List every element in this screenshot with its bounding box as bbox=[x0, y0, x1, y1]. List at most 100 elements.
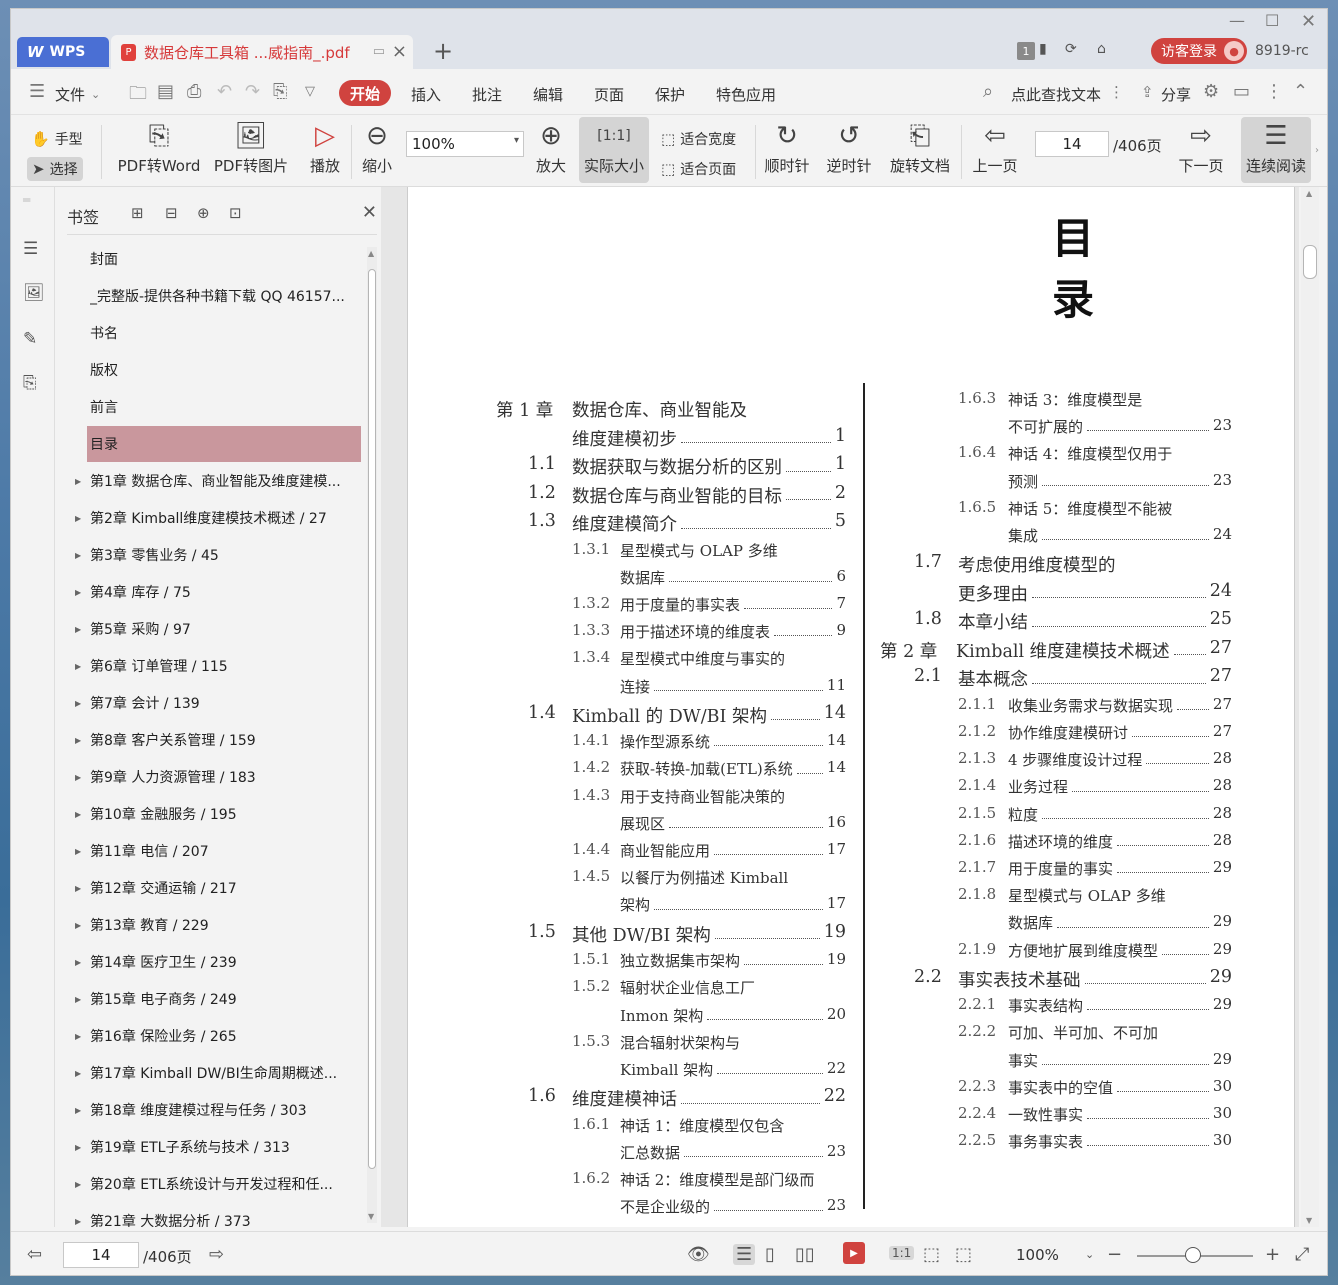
bookmark-item[interactable]: ▶ 第5章 采购 / 97 bbox=[75, 611, 361, 647]
window-close-icon[interactable]: ✕ bbox=[1301, 11, 1316, 32]
bookmark-item[interactable]: ▶ 第2章 Kimball维度建模技术概述 / 27 bbox=[75, 500, 361, 536]
fit-page-button[interactable]: ⬚ 适合页面 bbox=[661, 159, 736, 179]
status-next-page-icon[interactable]: ⇨ bbox=[209, 1244, 224, 1265]
menu-file[interactable]: 文件 bbox=[55, 84, 85, 105]
collapse-ribbon-icon[interactable]: ⌃ bbox=[1293, 81, 1308, 102]
zoom-out-button[interactable]: ⊖ 缩小 bbox=[359, 121, 395, 176]
bookmark-item[interactable]: ▶ 第4章 库存 / 75 bbox=[75, 574, 361, 610]
share-icon[interactable]: ⇪ bbox=[1141, 83, 1154, 101]
sync-icon[interactable]: ⟳ bbox=[1065, 41, 1077, 57]
maximize-icon[interactable]: ☐ bbox=[1265, 11, 1279, 30]
bookmark-item[interactable]: ▶ 第9章 人力资源管理 / 183 bbox=[75, 759, 361, 795]
bookmark-item[interactable]: 前言 bbox=[87, 389, 361, 425]
next-page-button[interactable]: ⇨ 下一页 bbox=[1175, 121, 1227, 176]
hand-tool-button[interactable]: ✋ 手型 bbox=[31, 129, 83, 149]
bookmark-item[interactable]: ▶ 第10章 金融服务 / 195 bbox=[75, 796, 361, 832]
bookmark-scroll-thumb[interactable] bbox=[368, 269, 376, 1169]
add-bookmark-icon[interactable]: ⊕ bbox=[197, 204, 210, 222]
zoom-in-button[interactable]: ⊕ 放大 bbox=[533, 121, 569, 176]
bookmark-item[interactable]: 目录 bbox=[87, 426, 361, 462]
bookmark-item[interactable]: 书名 bbox=[87, 315, 361, 351]
expand-arrow-icon[interactable]: ▶ bbox=[75, 736, 81, 745]
rotate-document-button[interactable]: ⎗ 旋转文档 bbox=[887, 121, 953, 176]
settings-gear-icon[interactable]: ⚙ bbox=[1203, 81, 1219, 102]
bookmark-item[interactable]: ▶ 第3章 零售业务 / 45 bbox=[75, 537, 361, 573]
pdf-to-word-button[interactable]: ⎘ PDF转Word bbox=[113, 121, 205, 176]
slideshow-play-icon[interactable]: ▶ bbox=[843, 1242, 865, 1264]
expand-arrow-icon[interactable]: ▶ bbox=[75, 551, 81, 560]
status-fit-width-icon[interactable]: ⬚ bbox=[955, 1244, 972, 1265]
zoom-level-select[interactable]: 100% ▾ bbox=[406, 131, 524, 157]
tab-preview-icon[interactable]: ▭ bbox=[373, 44, 385, 59]
bookmark-item[interactable]: ▶ 第1章 数据仓库、商业智能及维度建模... bbox=[75, 463, 361, 499]
bookmark-item[interactable]: 版权 bbox=[87, 352, 361, 388]
zoom-slider-knob[interactable] bbox=[1185, 1247, 1201, 1263]
actual-size-button[interactable]: [1:1] 实际大小 bbox=[579, 117, 649, 183]
search-text-button[interactable]: 点此查找文本 bbox=[1011, 84, 1101, 105]
expand-arrow-icon[interactable]: ▶ bbox=[75, 921, 81, 930]
thumbnail-panel-icon[interactable]: 🖼 bbox=[23, 283, 45, 303]
status-page-input[interactable]: 14 bbox=[63, 1242, 139, 1268]
rotate-counter-clockwise-button[interactable]: ↺ 逆时针 bbox=[823, 121, 875, 176]
expand-arrow-icon[interactable]: ▶ bbox=[75, 477, 81, 486]
dual-page-view-icon[interactable]: ▯▯ bbox=[795, 1244, 815, 1265]
open-folder-icon[interactable]: 🗀 bbox=[129, 81, 147, 111]
expand-arrow-icon[interactable]: ▶ bbox=[75, 699, 81, 708]
bookmark-item[interactable]: ▶ 第17章 Kimball DW/BI生命周期概述... bbox=[75, 1055, 361, 1091]
undo-icon[interactable]: ↶ bbox=[217, 81, 232, 102]
expand-arrow-icon[interactable]: ▶ bbox=[75, 847, 81, 856]
bookmark-item[interactable]: ▶ 第15章 电子商务 / 249 bbox=[75, 981, 361, 1017]
file-dropdown-chevron-icon[interactable]: ⌄ bbox=[91, 88, 100, 101]
skin-icon[interactable]: ⌂ bbox=[1097, 41, 1106, 57]
status-zoom-out-icon[interactable]: − bbox=[1107, 1244, 1122, 1265]
eye-protection-icon[interactable]: 👁 bbox=[687, 1244, 710, 1265]
bookmark-item[interactable]: ▶ 第18章 维度建模过程与任务 / 303 bbox=[75, 1092, 361, 1128]
minimize-icon[interactable]: — bbox=[1229, 11, 1245, 30]
bookmark-scrollbar[interactable]: ▲ ▼ bbox=[367, 247, 377, 1223]
expand-arrow-icon[interactable]: ▶ bbox=[75, 773, 81, 782]
comment-icon[interactable]: ▭ bbox=[1233, 81, 1250, 102]
status-fit-page-icon[interactable]: ⬚ bbox=[923, 1244, 940, 1265]
tab-close-icon[interactable]: × bbox=[392, 41, 407, 62]
bookmark-item[interactable]: _完整版-提供各种书籍下载 QQ 46157... bbox=[87, 278, 361, 314]
expand-arrow-icon[interactable]: ▶ bbox=[75, 810, 81, 819]
select-tool-button[interactable]: ➤ 选择 bbox=[27, 157, 83, 181]
status-zoom-in-icon[interactable]: + bbox=[1265, 1244, 1280, 1265]
expand-arrow-icon[interactable]: ▶ bbox=[75, 514, 81, 523]
share-button[interactable]: 分享 bbox=[1161, 84, 1191, 105]
single-page-view-icon[interactable]: ▯ bbox=[765, 1244, 775, 1265]
continuous-view-icon[interactable]: ☰ bbox=[733, 1244, 756, 1265]
expand-arrow-icon[interactable]: ▶ bbox=[75, 958, 81, 967]
hamburger-menu-icon[interactable]: ☰ bbox=[29, 81, 45, 102]
continuous-reading-button[interactable]: ☰ 连续阅读 bbox=[1241, 117, 1311, 183]
status-prev-page-icon[interactable]: ⇦ bbox=[27, 1244, 42, 1265]
bookmark-item[interactable]: ▶ 第21章 大数据分析 / 373 bbox=[75, 1203, 361, 1227]
pdf-to-image-button[interactable]: 🖼 PDF转图片 bbox=[213, 121, 289, 176]
rotate-clockwise-button[interactable]: ↻ 顺时针 bbox=[761, 121, 813, 176]
bookmark-panel-close-icon[interactable]: ✕ bbox=[362, 202, 377, 223]
more-options-icon[interactable]: ⋮ bbox=[1265, 81, 1283, 102]
expand-arrow-icon[interactable]: ▶ bbox=[75, 1106, 81, 1115]
expand-all-icon[interactable]: ⊞ bbox=[131, 204, 144, 222]
expand-arrow-icon[interactable]: ▶ bbox=[75, 1069, 81, 1078]
bookmark-item[interactable]: 封面 bbox=[87, 241, 361, 277]
visitor-login-button[interactable]: 访客登录 ● bbox=[1151, 38, 1247, 64]
window-count-badge[interactable]: 1 bbox=[1017, 42, 1035, 60]
quick-access-chevron-icon[interactable]: ▽ bbox=[305, 84, 315, 99]
tab-special[interactable]: 特色应用 bbox=[716, 84, 776, 105]
expand-arrow-icon[interactable]: ▶ bbox=[75, 662, 81, 671]
tab-edit[interactable]: 编辑 bbox=[533, 84, 563, 105]
expand-arrow-icon[interactable]: ▶ bbox=[75, 1180, 81, 1189]
expand-arrow-icon[interactable]: ▶ bbox=[75, 1032, 81, 1041]
document-scrollbar[interactable]: ▲ ▼ bbox=[1301, 187, 1319, 1227]
collapse-all-icon[interactable]: ⊟ bbox=[165, 204, 178, 222]
scroll-down-icon[interactable]: ▼ bbox=[368, 1212, 374, 1221]
search-more-icon[interactable]: ⋮ bbox=[1109, 83, 1124, 101]
bookmark-panel-icon[interactable]: ☰ bbox=[23, 239, 43, 259]
search-icon[interactable]: ⌕ bbox=[983, 81, 993, 102]
expand-arrow-icon[interactable]: ▶ bbox=[75, 995, 81, 1004]
status-zoom-dropdown-icon[interactable]: ⌄ bbox=[1085, 1248, 1094, 1261]
bookmark-item[interactable]: ▶ 第8章 客户关系管理 / 159 bbox=[75, 722, 361, 758]
bookmark-item[interactable]: ▶ 第11章 电信 / 207 bbox=[75, 833, 361, 869]
previous-page-button[interactable]: ⇦ 上一页 bbox=[969, 121, 1021, 176]
